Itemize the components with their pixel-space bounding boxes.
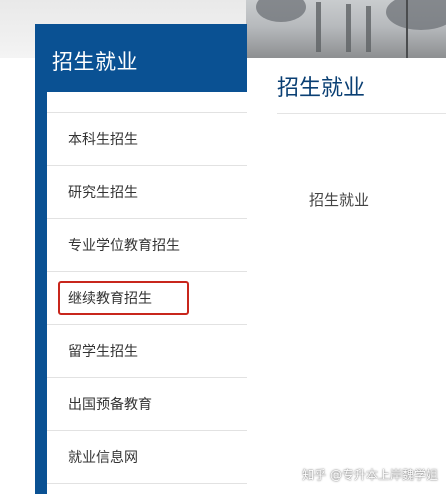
sidebar-item-label: 研究生招生 xyxy=(68,185,138,201)
page-title: 招生就业 xyxy=(277,76,366,101)
sidebar-item-label: 本科生招生 xyxy=(68,132,138,148)
sidebar: 招生就业 本科生招生 研究生招生 专业学位教育招生 继续教育招生 留学生招生 出… xyxy=(35,24,247,494)
sidebar-item-professional-degree-admission[interactable]: 专业学位教育招生 xyxy=(47,219,247,272)
sidebar-item-continuing-education-admission[interactable]: 继续教育招生 xyxy=(47,272,247,325)
sidebar-item-label: 专业学位教育招生 xyxy=(68,238,180,254)
sidebar-item-study-abroad-preparation[interactable]: 出国预备教育 xyxy=(47,378,247,431)
sidebar-item-label: 就业信息网 xyxy=(68,450,138,466)
sidebar-item-employment-info[interactable]: 就业信息网 xyxy=(47,431,247,484)
sidebar-title: 招生就业 xyxy=(52,50,138,74)
sidebar-header: 招生就业 xyxy=(35,24,247,92)
watermark: 知乎 @专升本上岸魏学姐 xyxy=(302,468,438,482)
title-divider xyxy=(277,113,446,114)
sidebar-menu: 本科生招生 研究生招生 专业学位教育招生 继续教育招生 留学生招生 出国预备教育… xyxy=(47,112,247,484)
sidebar-item-label: 出国预备教育 xyxy=(68,397,152,413)
campus-photo xyxy=(246,0,446,58)
sidebar-item-label: 留学生招生 xyxy=(68,344,138,360)
content-text: 招生就业 xyxy=(309,191,370,209)
sidebar-item-international-student-admission[interactable]: 留学生招生 xyxy=(47,325,247,378)
sidebar-item-label: 继续教育招生 xyxy=(68,291,152,307)
sidebar-accent-bar xyxy=(35,24,47,494)
sidebar-item-undergraduate-admission[interactable]: 本科生招生 xyxy=(47,113,247,166)
sidebar-item-graduate-admission[interactable]: 研究生招生 xyxy=(47,166,247,219)
